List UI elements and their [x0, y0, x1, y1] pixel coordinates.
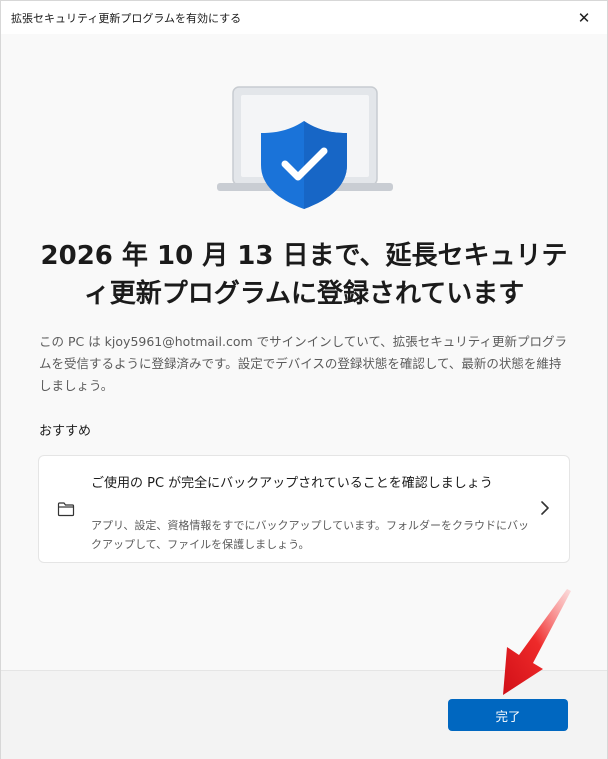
- page-title: 2026 年 10 月 13 日まで、延長セキュリテ ィ更新プログラムに登録され…: [21, 237, 587, 313]
- headline-line-1: 2026 年 10 月 13 日まで、延長セキュリテ: [40, 241, 568, 271]
- dialog-window: 拡張セキュリティ更新プログラムを有効にする ✕ 2026 年 10 月 13 日…: [0, 0, 608, 759]
- folder-icon: [57, 502, 75, 517]
- card-title: ご使用の PC が完全にバックアップされていることを確認しましょう: [91, 476, 493, 491]
- card-description: アプリ、設定、資格情報をすでにバックアップしています。フォルダーをクラウドにバッ…: [91, 519, 530, 551]
- headline-line-2: ィ更新プログラムに登録されています: [83, 279, 525, 309]
- title-bar: 拡張セキュリティ更新プログラムを有効にする ✕: [1, 1, 607, 34]
- description-text: この PC は kjoy5961@hotmail.com でサインインしていて、…: [39, 334, 568, 393]
- backup-recommendation-card[interactable]: ご使用の PC が完全にバックアップされていることを確認しましょう アプリ、設定…: [38, 455, 570, 563]
- close-button[interactable]: ✕: [561, 1, 607, 34]
- chevron-right-icon: [541, 501, 549, 515]
- laptop-shield-illustration: [217, 86, 393, 209]
- close-icon: ✕: [577, 8, 591, 27]
- done-button[interactable]: 完了: [448, 699, 568, 731]
- recommend-label: おすすめ: [39, 424, 92, 439]
- window-title: 拡張セキュリティ更新プログラムを有効にする: [11, 12, 242, 25]
